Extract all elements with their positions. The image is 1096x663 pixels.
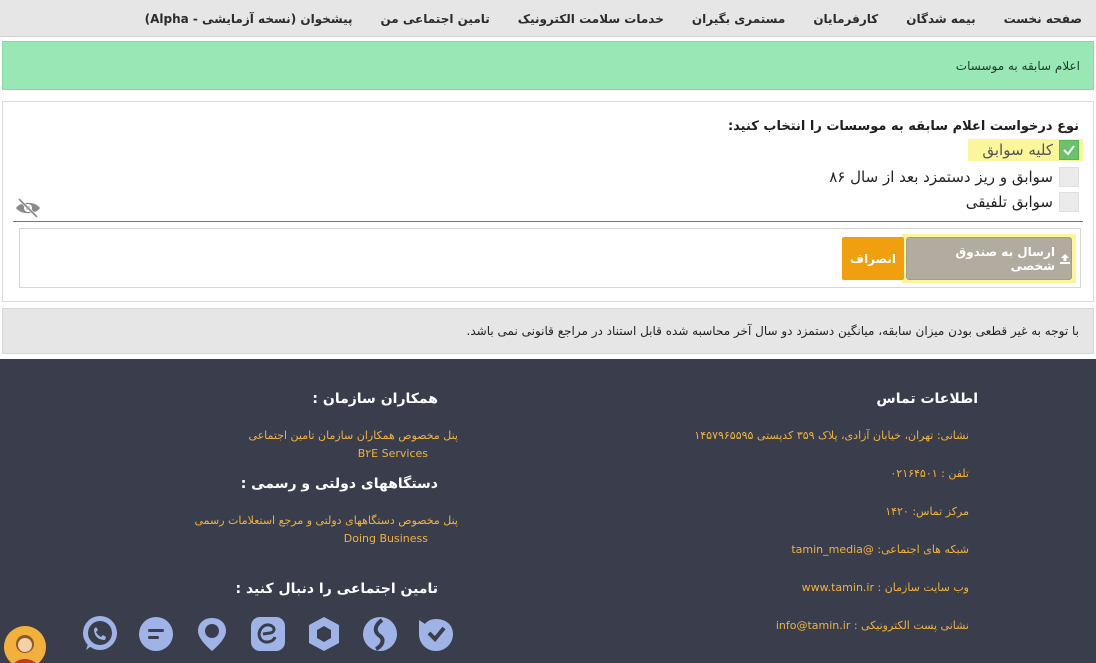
soroush-icon[interactable]: [360, 614, 400, 654]
gov-link[interactable]: پنل مخصوص دستگاههای دولتی و مرجع استعلام…: [195, 514, 459, 527]
notice-text: با توجه به غیر قطعی بودن میزان سابقه، می…: [466, 324, 1079, 338]
contact-website[interactable]: وب سایت سازمان : www.tamin.ir: [802, 581, 969, 594]
page-title-banner: اعلام سابقه به موسسات: [2, 41, 1094, 90]
partners-link[interactable]: پنل مخصوص همکاران سازمان تامین اجتماعی: [248, 429, 458, 442]
nav-item-pensioners[interactable]: مستمری بگیران: [692, 12, 785, 26]
contact-social[interactable]: شبکه های اجتماعی: @tamin_media: [791, 543, 969, 556]
request-type-question: نوع درخواست اعلام سابقه به موسسات را انت…: [727, 119, 1079, 134]
support-avatar[interactable]: [4, 626, 46, 663]
contact-call-center: مرکز تماس: ۱۴۲۰: [885, 505, 969, 518]
social-icons: [80, 614, 456, 654]
contact-phone: تلفن : ۰۲۱۶۴۵۰۱: [890, 467, 969, 480]
contact-address: نشانی: تهران، خیابان آزادی، پلاک ۳۵۹ کدپ…: [694, 429, 969, 442]
request-type-panel: نوع درخواست اعلام سابقه به موسسات را انت…: [2, 101, 1094, 302]
nav-item-employers[interactable]: کارفرمایان: [813, 12, 878, 26]
send-to-inbox-label: ارسال به صندوق شخصی: [955, 244, 1056, 273]
checkmark-icon: [1063, 145, 1075, 156]
option-combined-records-label: سوابق تلفیقی: [965, 193, 1053, 211]
option-all-records[interactable]: کلیه سوابق: [968, 139, 1083, 161]
option-records-after-86-label: سوابق و ریز دستمزد بعد از سال ۸۶: [829, 168, 1053, 186]
hexagon-icon[interactable]: [304, 614, 344, 654]
eye-off-icon[interactable]: [13, 196, 43, 220]
partners-b2e-link[interactable]: B۲E Services: [358, 447, 428, 460]
eitaa-icon[interactable]: [248, 614, 288, 654]
doing-business-link[interactable]: Doing Business: [344, 532, 428, 545]
nav-item-my-tamin[interactable]: تامین اجتماعی من: [381, 12, 490, 26]
section-divider: [13, 221, 1083, 222]
option-records-after-86[interactable]: سوابق و ریز دستمزد بعد از سال ۸۶: [829, 166, 1079, 188]
nav-item-e-health[interactable]: خدمات سلامت الکترونیک: [518, 12, 664, 26]
action-bar: ارسال به صندوق شخصی انصراف: [19, 228, 1081, 288]
checkbox-records-after-86[interactable]: [1059, 167, 1079, 187]
partners-title: همکاران سازمان :: [312, 391, 438, 407]
contact-email[interactable]: نشانی پست الکترونیکی : info@tamin.ir: [776, 619, 969, 632]
nav-item-dashboard-alpha[interactable]: پیشخوان (نسخه آزمایشی - Alpha): [145, 12, 353, 26]
whatsapp-icon[interactable]: [80, 614, 120, 654]
checkbox-all-records[interactable]: [1059, 140, 1079, 160]
top-nav: صفحه نخست بیمه شدگان کارفرمایان مستمری ب…: [0, 0, 1096, 37]
follow-title: تامین اجتماعی را دنبال کنید :: [235, 581, 438, 597]
send-to-inbox-button[interactable]: ارسال به صندوق شخصی: [906, 237, 1072, 280]
cancel-button[interactable]: انصراف: [842, 237, 904, 280]
map-pin-icon[interactable]: [192, 614, 232, 654]
footer: اطلاعات تماس نشانی: تهران، خیابان آزادی،…: [0, 359, 1096, 663]
send-button-highlight: ارسال به صندوق شخصی: [902, 234, 1076, 283]
page-title: اعلام سابقه به موسسات: [955, 58, 1080, 73]
cancel-label: انصراف: [850, 251, 896, 266]
nav-item-home[interactable]: صفحه نخست: [1004, 12, 1082, 26]
upload-icon: [1060, 253, 1070, 264]
checkbox-combined-records[interactable]: [1059, 192, 1079, 212]
bale-icon[interactable]: [416, 614, 456, 654]
contact-title: اطلاعات تماس: [876, 391, 978, 407]
option-all-records-label: کلیه سوابق: [982, 141, 1053, 159]
option-combined-records[interactable]: سوابق تلفیقی: [966, 191, 1079, 213]
gov-title: دستگاههای دولتی و رسمی :: [240, 476, 438, 492]
nav-item-insured[interactable]: بیمه شدگان: [906, 12, 975, 26]
notice-box: با توجه به غیر قطعی بودن میزان سابقه، می…: [2, 308, 1094, 354]
chat-icon[interactable]: [136, 614, 176, 654]
